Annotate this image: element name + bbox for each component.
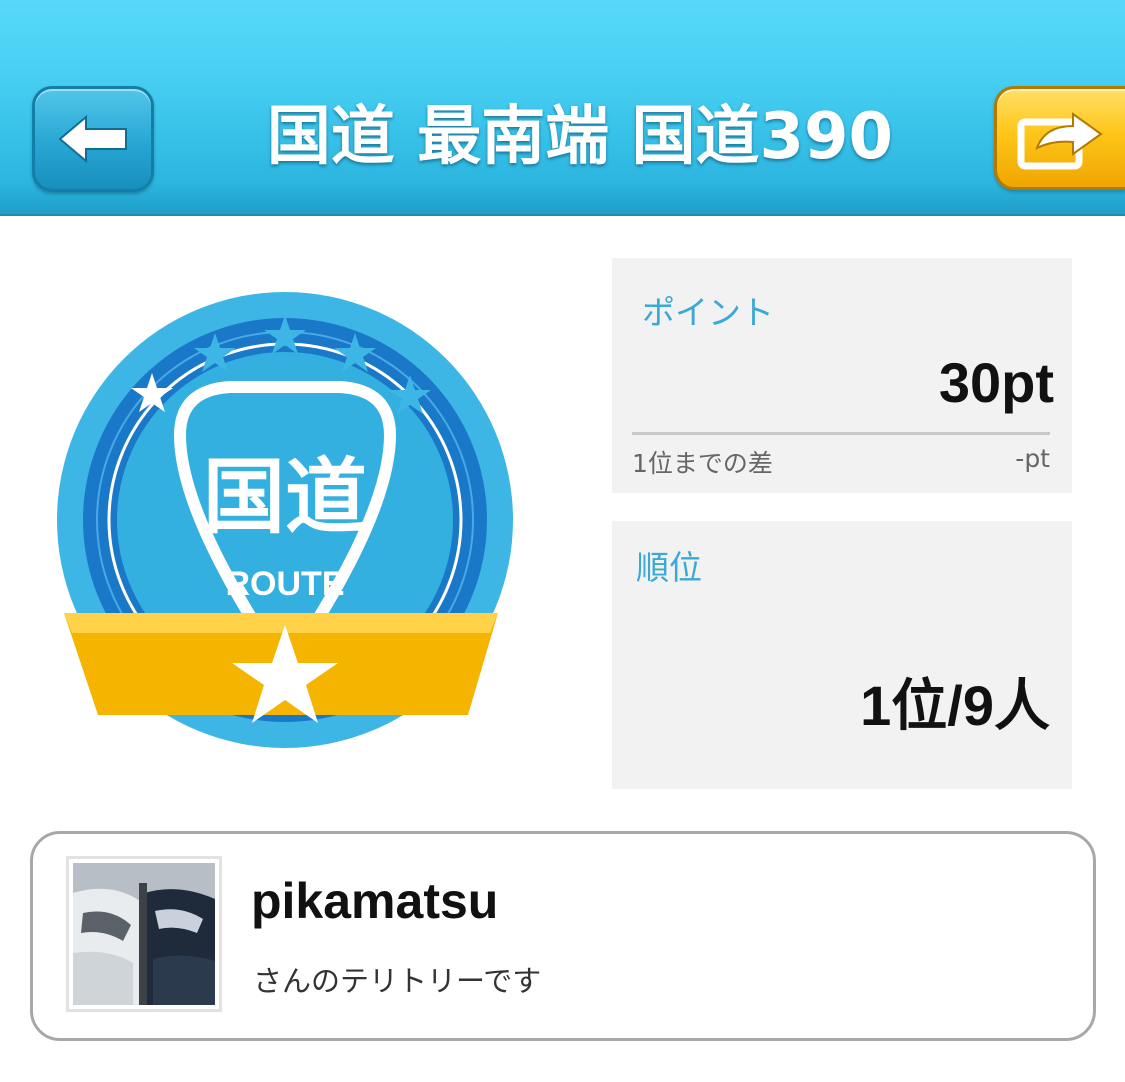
- route-badge-icon: 国道 ROUTE: [57, 292, 513, 748]
- points-card: ポイント 30pt 1位までの差 -pt: [612, 258, 1072, 493]
- rank-card: 順位 1位/9人: [612, 521, 1072, 789]
- avatar[interactable]: [66, 856, 222, 1012]
- owner-username: pikamatsu: [251, 873, 499, 929]
- badge-sub-text: ROUTE: [226, 565, 345, 603]
- points-value: 30pt: [938, 351, 1054, 414]
- header-bar: 国道 最南端 国道390: [0, 0, 1125, 216]
- back-button[interactable]: [32, 86, 154, 192]
- back-arrow-icon: [58, 114, 127, 164]
- points-divider: [632, 432, 1050, 435]
- points-label: ポイント: [642, 293, 774, 332]
- car-photo-icon: [73, 863, 215, 1005]
- route-badge: 国道 ROUTE: [50, 285, 520, 765]
- rank-value: 1位/9人: [860, 674, 1050, 737]
- diff-label: 1位までの差: [632, 449, 773, 478]
- share-arrow-icon: [1017, 112, 1103, 170]
- page-title: 国道 最南端 国道390: [266, 100, 894, 174]
- diff-value: -pt: [1015, 444, 1050, 473]
- badge-main-text: 国道: [203, 450, 367, 545]
- owner-subtitle: さんのテリトリーです: [253, 964, 542, 998]
- owner-card[interactable]: pikamatsu さんのテリトリーです: [30, 831, 1096, 1041]
- share-button[interactable]: [994, 86, 1125, 190]
- rank-label: 順位: [636, 548, 702, 587]
